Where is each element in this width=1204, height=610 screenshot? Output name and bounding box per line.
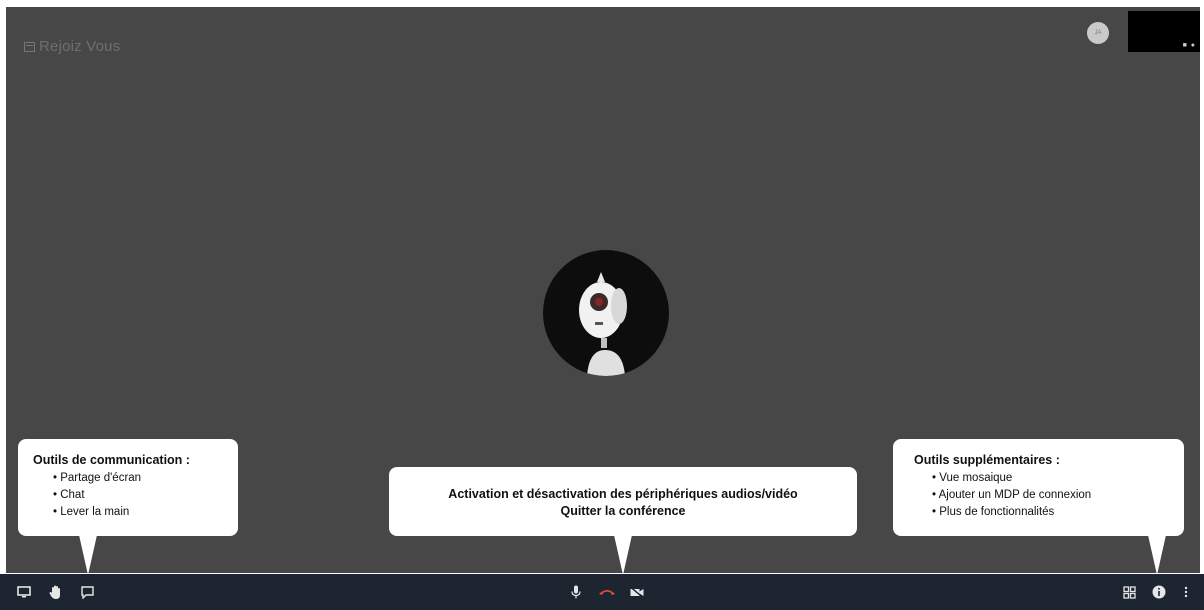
more-options-button[interactable]	[1178, 574, 1194, 610]
self-avatar-initials: JA	[1094, 30, 1102, 36]
callout-line: Quitter la conférence	[560, 504, 686, 518]
raise-hand-icon	[49, 585, 60, 599]
chat-button[interactable]	[76, 574, 98, 610]
bottom-toolbar	[0, 574, 1204, 610]
callout-item: Lever la main	[53, 504, 190, 521]
raise-hand-button[interactable]	[45, 574, 67, 610]
camera-button[interactable]	[626, 574, 648, 610]
callout-pointer	[614, 535, 632, 575]
room-title: Rejoiz Vous	[24, 38, 120, 55]
callout-pointer	[79, 535, 97, 575]
callout-item: Ajouter un MDP de connexion	[932, 487, 1092, 504]
callout-item: Plus de fonctionnalités	[932, 504, 1091, 521]
self-avatar[interactable]: JA	[1087, 22, 1109, 44]
hangup-button[interactable]	[594, 574, 620, 610]
hangup-icon	[599, 590, 615, 595]
screen-share-icon	[17, 586, 31, 598]
screen-share-button[interactable]	[13, 574, 35, 610]
tile-view-icon	[1122, 585, 1136, 599]
callout-extra-tools: Outils supplémentaires : Vue mosaique Aj…	[893, 439, 1184, 575]
calendar-icon	[24, 41, 35, 52]
callout-pointer	[1148, 535, 1166, 575]
callout-av-controls: Activation et désactivation des périphér…	[389, 467, 857, 575]
microphone-button[interactable]	[567, 574, 585, 610]
info-button[interactable]	[1148, 574, 1170, 610]
callout-item: Partage d'écran	[53, 470, 190, 487]
participant-avatar	[543, 250, 669, 376]
callout-item: Vue mosaique	[932, 470, 1091, 487]
callout-item: Chat	[53, 487, 190, 504]
more-options-icon	[1184, 586, 1188, 598]
room-name: Rejoiz Vous	[39, 38, 121, 55]
chat-icon	[80, 585, 94, 599]
info-icon	[1152, 585, 1166, 599]
callout-communication: Outils de communication : Partage d'écra…	[18, 439, 238, 575]
camera-icon	[630, 586, 644, 598]
self-video-thumbnail[interactable]: ■ ●	[1128, 11, 1200, 52]
callout-line: Activation et désactivation des périphér…	[448, 487, 798, 501]
callout-title: Outils de communication :	[33, 453, 190, 467]
microphone-icon	[571, 585, 581, 599]
callout-title: Outils supplémentaires :	[914, 453, 1060, 467]
thumbnail-status: ■ ●	[1182, 42, 1196, 49]
tile-view-button[interactable]	[1118, 574, 1140, 610]
robot-avatar-icon	[579, 272, 627, 376]
